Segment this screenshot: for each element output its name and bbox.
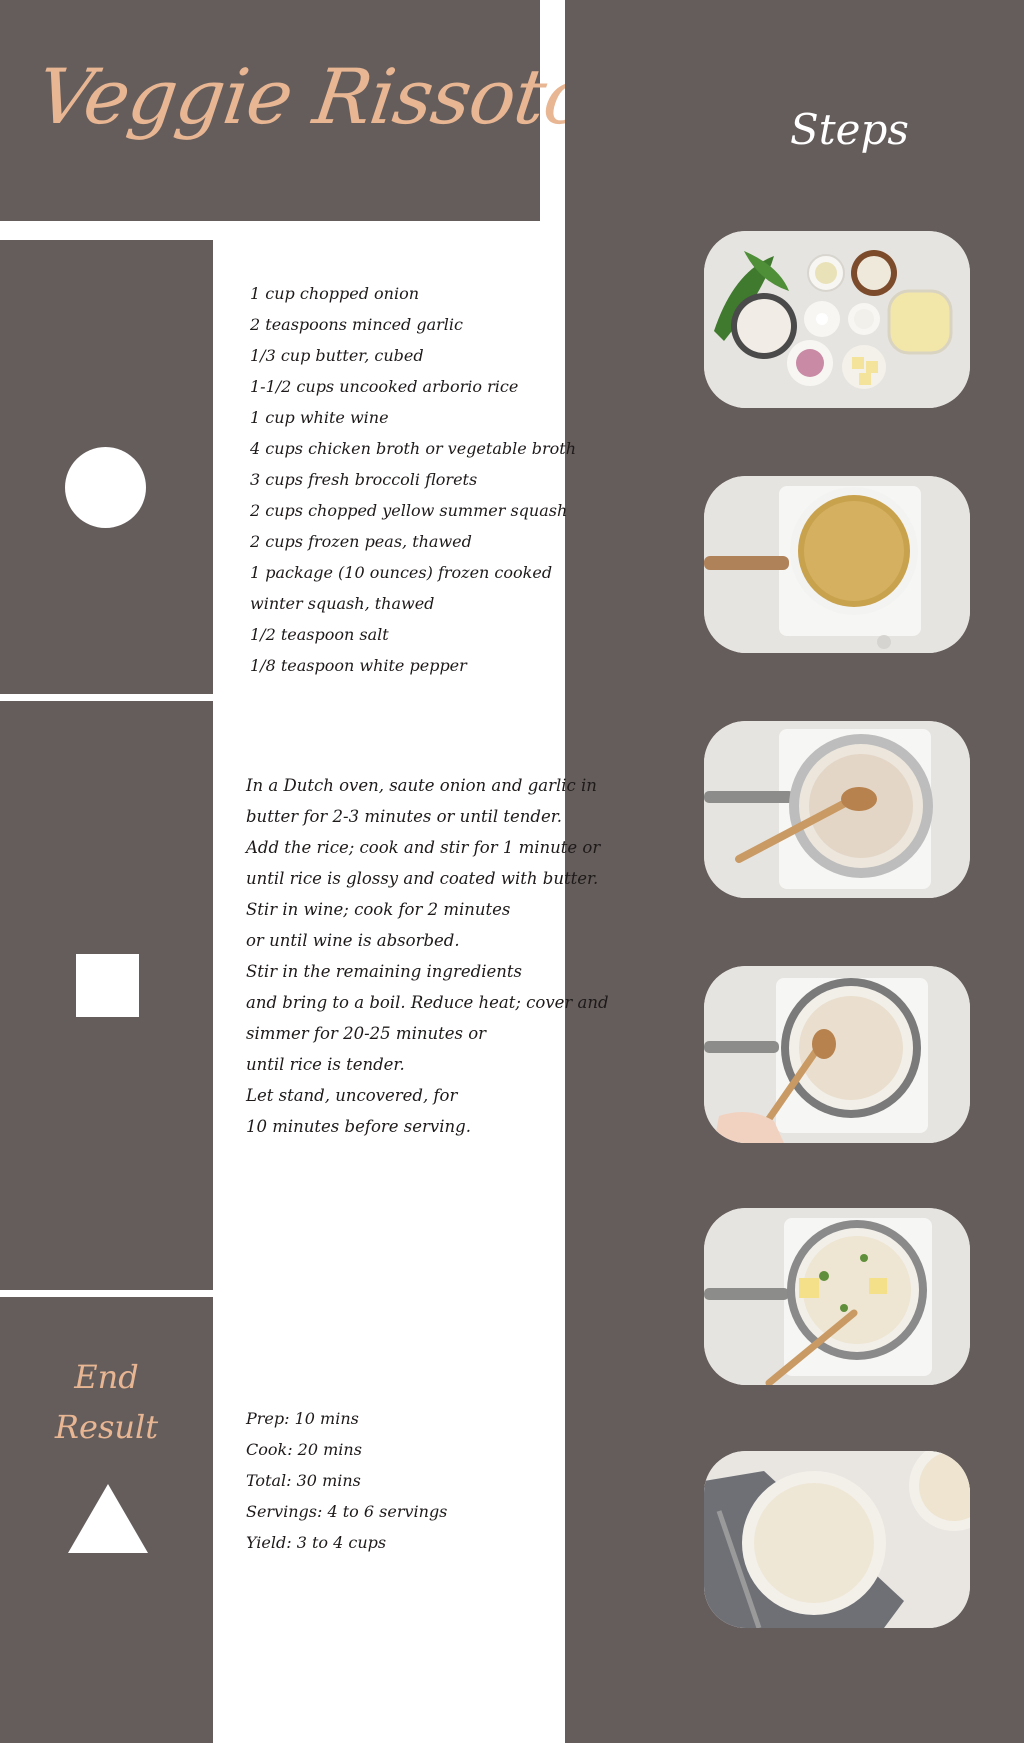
instruction-line: simmer for 20-25 minutes or — [246, 1024, 487, 1043]
end-result-line: End — [74, 1358, 139, 1396]
instruction-line: Stir in the remaining ingredients — [246, 962, 522, 981]
page-title: Veggie Rissoto — [31, 52, 596, 141]
instruction-line: 10 minutes before serving. — [246, 1117, 471, 1136]
triangle-icon — [68, 1484, 148, 1553]
end-result-label: End Result — [0, 1352, 213, 1452]
end-result-line: Result — [54, 1408, 159, 1446]
ingredient-item: 4 cups chicken broth or vegetable broth — [250, 439, 577, 458]
broth-pot-photo — [704, 476, 970, 653]
ingredient-item: 1/3 cup butter, cubed — [250, 346, 424, 365]
timing-item: Yield: 3 to 4 cups — [246, 1533, 387, 1552]
ingredient-item: 1-1/2 cups uncooked arborio rice — [250, 377, 519, 396]
rice-cooking-photo — [704, 966, 970, 1143]
instruction-line: or until wine is absorbed. — [246, 931, 460, 950]
ingredient-item: 1 cup chopped onion — [250, 284, 420, 303]
ingredient-item: 2 cups frozen peas, thawed — [250, 532, 472, 551]
ingredient-item: 1/8 teaspoon white pepper — [250, 656, 467, 675]
timing-item: Cook: 20 mins — [246, 1440, 362, 1459]
ingredient-item: 1 cup white wine — [250, 408, 389, 427]
ingredient-item: 2 cups chopped yellow summer squash — [250, 501, 568, 520]
ingredient-item: 2 teaspoons minced garlic — [250, 315, 463, 334]
instruction-line: and bring to a boil. Reduce heat; cover … — [246, 993, 609, 1012]
instruction-line: In a Dutch oven, saute onion and garlic … — [246, 776, 597, 795]
timing-item: Servings: 4 to 6 servings — [246, 1502, 448, 1521]
timing-list: Prep: 10 mins Cook: 20 mins Total: 30 mi… — [246, 1403, 447, 1558]
ingredient-item: 3 cups fresh broccoli florets — [250, 470, 478, 489]
instruction-line: Let stand, uncovered, for — [246, 1086, 458, 1105]
timing-item: Prep: 10 mins — [246, 1409, 359, 1428]
finished-risotto-pot-photo — [704, 1208, 970, 1385]
served-bowl-photo — [704, 1451, 970, 1628]
title-panel: Veggie Rissoto — [0, 0, 595, 221]
rice-toasting-photo — [704, 721, 970, 898]
circle-icon — [65, 447, 146, 528]
ingredient-item: winter squash, thawed — [250, 594, 435, 613]
timing-item: Total: 30 mins — [246, 1471, 361, 1490]
square-icon — [76, 954, 139, 1017]
instruction-line: Add the rice; cook and stir for 1 minute… — [246, 838, 601, 857]
instruction-line: butter for 2-3 minutes or until tender. — [246, 807, 563, 826]
instructions-text: In a Dutch oven, saute onion and garlic … — [246, 770, 609, 1142]
ingredient-item: 1/2 teaspoon salt — [250, 625, 389, 644]
steps-heading: Steps — [790, 105, 909, 154]
instruction-line: until rice is tender. — [246, 1055, 405, 1074]
ingredients-list: 1 cup chopped onion 2 teaspoons minced g… — [250, 278, 576, 681]
instruction-line: Stir in wine; cook for 2 minutes — [246, 900, 511, 919]
ingredients-photo — [704, 231, 970, 408]
ingredient-item: 1 package (10 ounces) frozen cooked — [250, 563, 553, 582]
instruction-line: until rice is glossy and coated with but… — [246, 869, 599, 888]
